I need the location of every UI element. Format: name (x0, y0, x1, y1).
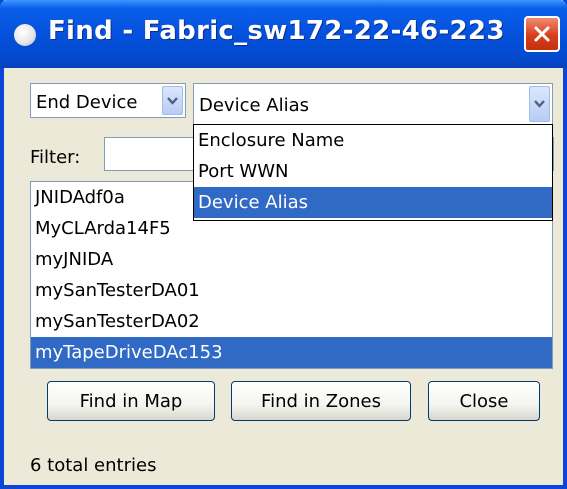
window-close-button[interactable] (524, 16, 560, 52)
attribute-dropdown-menu: Enclosure Name Port WWN Device Alias (193, 124, 553, 221)
dropdown-option-device-alias[interactable]: Device Alias (194, 187, 552, 218)
app-icon (14, 24, 36, 46)
find-in-map-button[interactable]: Find in Map (47, 381, 215, 421)
list-item[interactable]: mySanTesterDA02 (31, 306, 552, 337)
type-combo-value: End Device (36, 92, 138, 113)
chevron-down-icon (167, 96, 178, 105)
list-item[interactable]: myTapeDriveDAc153 (31, 337, 552, 368)
type-combo-arrow[interactable] (162, 86, 183, 115)
dropdown-option-port-wwn[interactable]: Port WWN (194, 156, 552, 187)
dropdown-option-enclosure-name[interactable]: Enclosure Name (194, 125, 552, 156)
chevron-down-icon (534, 100, 545, 108)
attribute-combo-value: Device Alias (199, 95, 310, 116)
window-title: Find - Fabric_sw172-22-46-223 (48, 16, 505, 46)
title-bar[interactable]: Find - Fabric_sw172-22-46-223 (0, 0, 567, 68)
filter-label: Filter: (30, 147, 81, 168)
close-icon (534, 26, 550, 42)
list-item[interactable]: myJNIDA (31, 244, 552, 275)
type-combo[interactable]: End Device (30, 83, 186, 118)
attribute-combo-arrow[interactable] (529, 86, 550, 122)
status-text: 6 total entries (30, 455, 157, 476)
list-item[interactable]: mySanTesterDA01 (31, 275, 552, 306)
attribute-combo[interactable]: Device Alias (193, 83, 553, 125)
find-in-zones-button[interactable]: Find in Zones (231, 381, 411, 421)
close-button[interactable]: Close (428, 381, 540, 421)
